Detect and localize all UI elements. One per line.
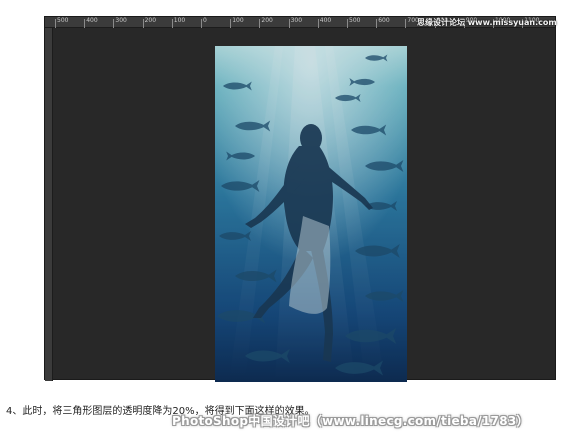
ruler-tick (171, 19, 173, 28)
ruler-tick (142, 19, 144, 28)
ruler-tick (405, 19, 407, 28)
ruler-label: 300 (290, 17, 303, 24)
top-watermark: 思缘设计论坛 www.missyuan.com (417, 18, 557, 27)
ruler-tick (259, 19, 261, 28)
photoshop-window: 500 400 300 200 100 0 100 200 300 400 500 600 700 800… (44, 16, 557, 382)
canvas-workspace[interactable] (53, 28, 555, 382)
ruler-tick (230, 19, 232, 28)
ruler-tick (317, 19, 319, 28)
ruler-label: 400 (86, 17, 98, 24)
ruler-label: 100 (173, 17, 186, 24)
ruler-label: 400 (319, 17, 332, 24)
ruler-label: 200 (261, 17, 273, 24)
ruler-tick (376, 19, 378, 28)
ruler-label: 500 (349, 17, 361, 24)
ruler-tick (84, 19, 86, 28)
document-canvas-image[interactable] (215, 46, 407, 382)
ruler-label: 100 (232, 17, 244, 24)
underwater-swimmer-image (215, 46, 407, 382)
ruler-label: 200 (144, 17, 157, 24)
ruler-label: 500 (57, 17, 69, 24)
ruler-label: 300 (115, 17, 127, 24)
ruler-tick (113, 19, 115, 28)
ruler-tick (201, 19, 202, 28)
ruler-tick (347, 19, 348, 28)
vertical-ruler[interactable] (45, 28, 53, 381)
ruler-label: 0 (203, 17, 207, 24)
ruler-tick (288, 19, 290, 28)
ruler-tick (55, 19, 56, 28)
ruler-label: 600 (378, 17, 390, 24)
bottom-watermark: PhotoShop中国设计吧（www.linecg.com/tieba/1783… (172, 414, 529, 428)
